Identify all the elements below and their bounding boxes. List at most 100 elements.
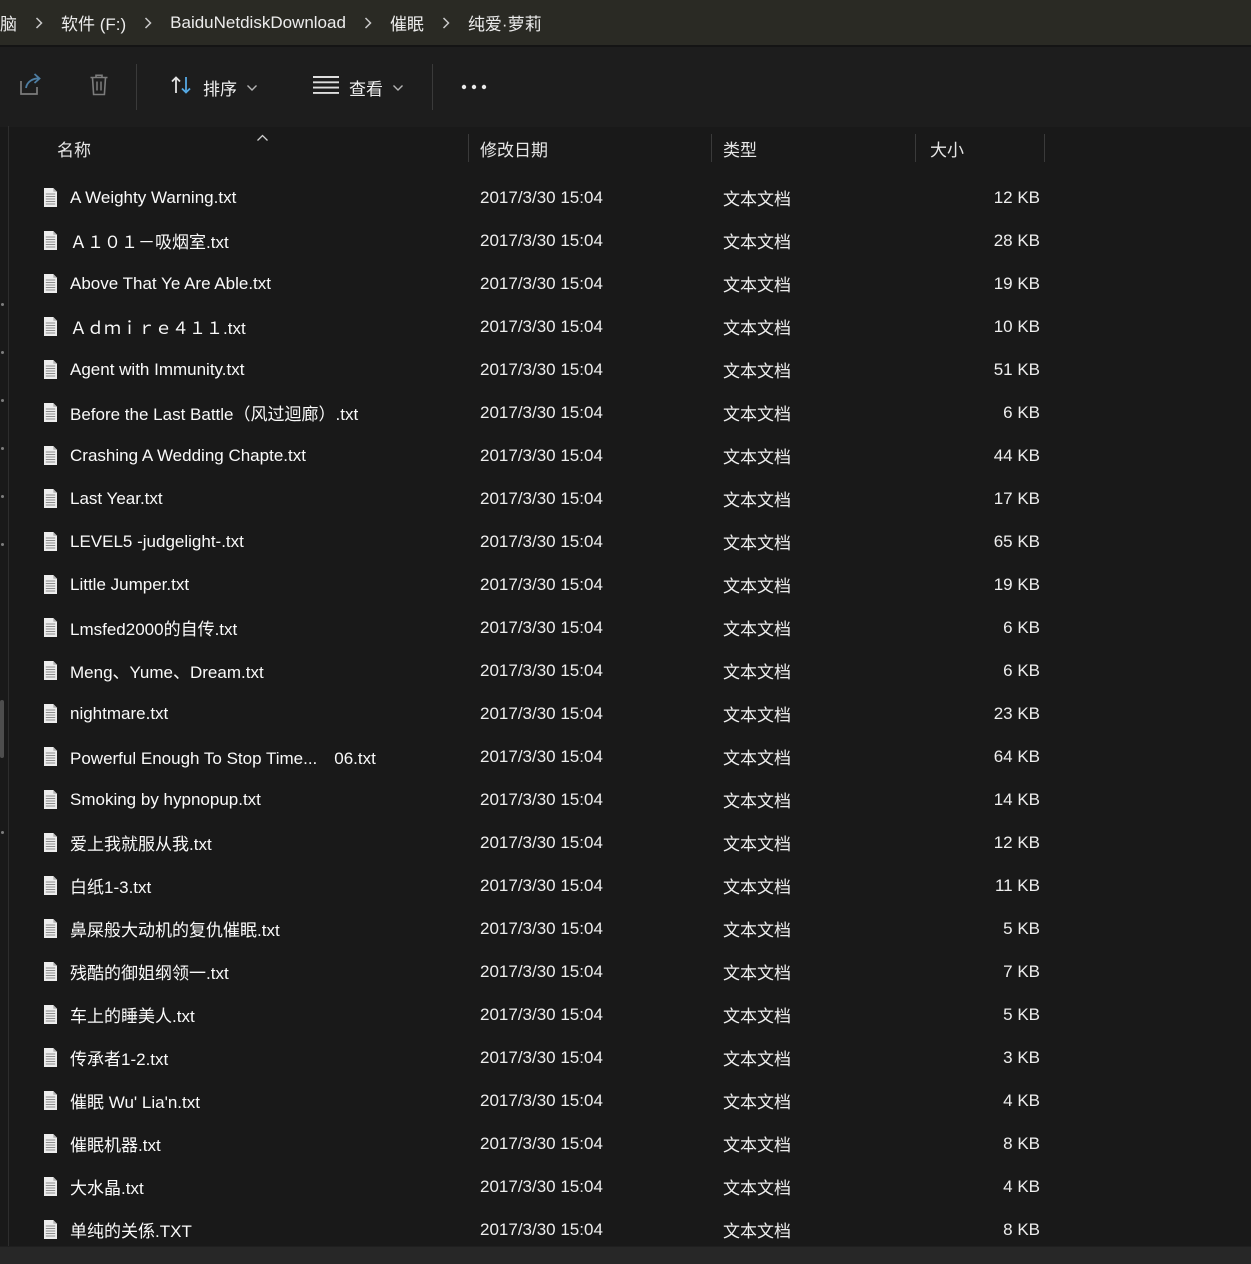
file-type: 文本文档 bbox=[712, 529, 916, 554]
file-type: 文本文档 bbox=[712, 185, 916, 210]
tree-bullet bbox=[1, 543, 4, 546]
file-name-cell: 白纸1-3.txt bbox=[10, 873, 469, 898]
text-file-icon bbox=[41, 746, 60, 767]
file-size: 12 KB bbox=[916, 188, 1045, 208]
file-name: Last Year.txt bbox=[70, 489, 163, 509]
file-size: 3 KB bbox=[916, 1048, 1045, 1068]
file-date-modified: 2017/3/30 15:04 bbox=[469, 360, 712, 380]
file-row[interactable]: Smoking by hypnopup.txt2017/3/30 15:04文本… bbox=[10, 778, 1251, 821]
file-name: Before the Last Battle（风过迴廊）.txt bbox=[70, 400, 358, 425]
file-date-modified: 2017/3/30 15:04 bbox=[469, 317, 712, 337]
file-type: 文本文档 bbox=[712, 314, 916, 339]
file-row[interactable]: Ａｄｍｉｒｅ４１１.txt2017/3/30 15:04文本文档10 KB bbox=[10, 305, 1251, 348]
file-row[interactable]: Last Year.txt2017/3/30 15:04文本文档17 KB bbox=[10, 477, 1251, 520]
file-row[interactable]: 大水晶.txt2017/3/30 15:04文本文档4 KB bbox=[10, 1165, 1251, 1208]
file-name: 鼻屎般大动机的复仇催眠.txt bbox=[70, 916, 280, 941]
file-row[interactable]: 鼻屎般大动机的复仇催眠.txt2017/3/30 15:04文本文档5 KB bbox=[10, 907, 1251, 950]
file-row[interactable]: Agent with Immunity.txt2017/3/30 15:04文本… bbox=[10, 348, 1251, 391]
file-row[interactable]: 催眠机器.txt2017/3/30 15:04文本文档8 KB bbox=[10, 1122, 1251, 1165]
breadcrumb-item-baidunetdiskdownload[interactable]: BaiduNetdiskDownload bbox=[164, 9, 352, 37]
column-header-size[interactable]: 大小 bbox=[916, 126, 1045, 170]
chevron-down-icon bbox=[392, 77, 404, 97]
file-name: LEVEL5 -judgelight-.txt bbox=[70, 532, 244, 552]
file-size: 10 KB bbox=[916, 317, 1045, 337]
text-file-icon bbox=[41, 230, 60, 251]
trash-icon bbox=[86, 71, 112, 104]
file-row[interactable]: nightmare.txt2017/3/30 15:04文本文档23 KB bbox=[10, 692, 1251, 735]
view-button[interactable]: 查看 bbox=[302, 63, 414, 111]
file-date-modified: 2017/3/30 15:04 bbox=[469, 876, 712, 896]
breadcrumb-item-current-folder[interactable]: 纯爱·萝莉 bbox=[462, 6, 548, 39]
file-name-cell: nightmare.txt bbox=[10, 703, 469, 724]
file-date-modified: 2017/3/30 15:04 bbox=[469, 919, 712, 939]
file-name: 残酷的御姐纲领一.txt bbox=[70, 959, 229, 984]
file-row[interactable]: Powerful Enough To Stop Time... 06.txt20… bbox=[10, 735, 1251, 778]
file-row[interactable]: Lmsfed2000的自传.txt2017/3/30 15:04文本文档6 KB bbox=[10, 606, 1251, 649]
tree-bullet bbox=[1, 447, 4, 450]
file-row[interactable]: 白纸1-3.txt2017/3/30 15:04文本文档11 KB bbox=[10, 864, 1251, 907]
file-name-cell: 爱上我就服从我.txt bbox=[10, 830, 469, 855]
text-file-icon bbox=[41, 445, 60, 466]
delete-button[interactable] bbox=[78, 63, 120, 111]
column-header-name[interactable]: 名称 bbox=[10, 126, 469, 170]
file-row[interactable]: LEVEL5 -judgelight-.txt 2017/3/30 15:04文本… bbox=[10, 520, 1251, 563]
file-date-modified: 2017/3/30 15:04 bbox=[469, 833, 712, 853]
toolbar-divider bbox=[136, 64, 137, 110]
file-date-modified: 2017/3/30 15:04 bbox=[469, 1177, 712, 1197]
file-type: 文本文档 bbox=[712, 572, 916, 597]
text-file-icon bbox=[41, 531, 60, 552]
text-file-icon bbox=[41, 617, 60, 638]
file-row[interactable]: 残酷的御姐纲领一.txt2017/3/30 15:04文本文档7 KB bbox=[10, 950, 1251, 993]
file-row[interactable]: Ａ１０１－吸烟室.txt2017/3/30 15:04文本文档28 KB bbox=[10, 219, 1251, 262]
file-name-cell: Ａ１０１－吸烟室.txt bbox=[10, 228, 469, 253]
file-name: 大水晶.txt bbox=[70, 1174, 144, 1199]
breadcrumb-item-drive-f[interactable]: 软件 (F:) bbox=[55, 6, 132, 39]
file-row[interactable]: 催眠 Wu' Lia'n.txt2017/3/30 15:04文本文档4 KB bbox=[10, 1079, 1251, 1122]
file-row[interactable]: Crashing A Wedding Chapte.txt2017/3/30 1… bbox=[10, 434, 1251, 477]
file-type: 文本文档 bbox=[712, 357, 916, 382]
file-row[interactable]: Above That Ye Are Able.txt2017/3/30 15:0… bbox=[10, 262, 1251, 305]
file-size: 23 KB bbox=[916, 704, 1045, 724]
text-file-icon bbox=[41, 1090, 60, 1111]
nav-pane-scrollbar-thumb[interactable] bbox=[0, 700, 4, 758]
share-button[interactable] bbox=[8, 63, 56, 111]
breadcrumb-item-cuimian[interactable]: 催眠 bbox=[384, 6, 430, 39]
file-type: 文本文档 bbox=[712, 1002, 916, 1027]
file-name-cell: 大水晶.txt bbox=[10, 1174, 469, 1199]
view-list-icon bbox=[312, 74, 340, 101]
file-size: 28 KB bbox=[916, 231, 1045, 251]
file-name-cell: LEVEL5 -judgelight-.txt bbox=[10, 531, 469, 552]
file-date-modified: 2017/3/30 15:04 bbox=[469, 661, 712, 681]
sort-label: 排序 bbox=[203, 75, 237, 100]
tree-bullet bbox=[1, 351, 4, 354]
breadcrumb-item-this-pc[interactable]: 脑 bbox=[0, 6, 23, 39]
file-size: 8 KB bbox=[916, 1220, 1045, 1240]
file-date-modified: 2017/3/30 15:04 bbox=[469, 274, 712, 294]
file-name-cell: Powerful Enough To Stop Time... 06.txt bbox=[10, 744, 469, 769]
file-name: Lmsfed2000的自传.txt bbox=[70, 615, 237, 640]
chevron-right-icon bbox=[143, 16, 153, 30]
file-row[interactable]: 爱上我就服从我.txt2017/3/30 15:04文本文档12 KB bbox=[10, 821, 1251, 864]
tree-bullet bbox=[1, 303, 4, 306]
file-row[interactable]: A Weighty Warning.txt2017/3/30 15:04文本文档… bbox=[10, 176, 1251, 219]
column-header-date-modified[interactable]: 修改日期 bbox=[469, 126, 712, 170]
file-row[interactable]: 单纯的关係.TXT2017/3/30 15:04文本文档8 KB bbox=[10, 1208, 1251, 1251]
file-row[interactable]: 传承者1-2.txt2017/3/30 15:04文本文档3 KB bbox=[10, 1036, 1251, 1079]
text-file-icon bbox=[41, 316, 60, 337]
file-date-modified: 2017/3/30 15:04 bbox=[469, 532, 712, 552]
file-size: 19 KB bbox=[916, 274, 1045, 294]
file-row[interactable]: Before the Last Battle（风过迴廊）.txt2017/3/3… bbox=[10, 391, 1251, 434]
file-row[interactable]: Meng、Yume、Dream.txt2017/3/30 15:04文本文档6 … bbox=[10, 649, 1251, 692]
text-file-icon bbox=[41, 918, 60, 939]
column-header-type[interactable]: 类型 bbox=[712, 126, 916, 170]
sort-button[interactable]: 排序 bbox=[159, 63, 268, 111]
bottom-scrollbar-area[interactable] bbox=[0, 1246, 1251, 1264]
file-size: 51 KB bbox=[916, 360, 1045, 380]
file-name-cell: Meng、Yume、Dream.txt bbox=[10, 658, 469, 683]
file-row[interactable]: 车上的睡美人.txt2017/3/30 15:04文本文档5 KB bbox=[10, 993, 1251, 1036]
text-file-icon bbox=[41, 1004, 60, 1025]
file-date-modified: 2017/3/30 15:04 bbox=[469, 704, 712, 724]
file-row[interactable]: Little Jumper.txt2017/3/30 15:04文本文档19 K… bbox=[10, 563, 1251, 606]
see-more-button[interactable] bbox=[451, 63, 497, 111]
file-type: 文本文档 bbox=[712, 1088, 916, 1113]
